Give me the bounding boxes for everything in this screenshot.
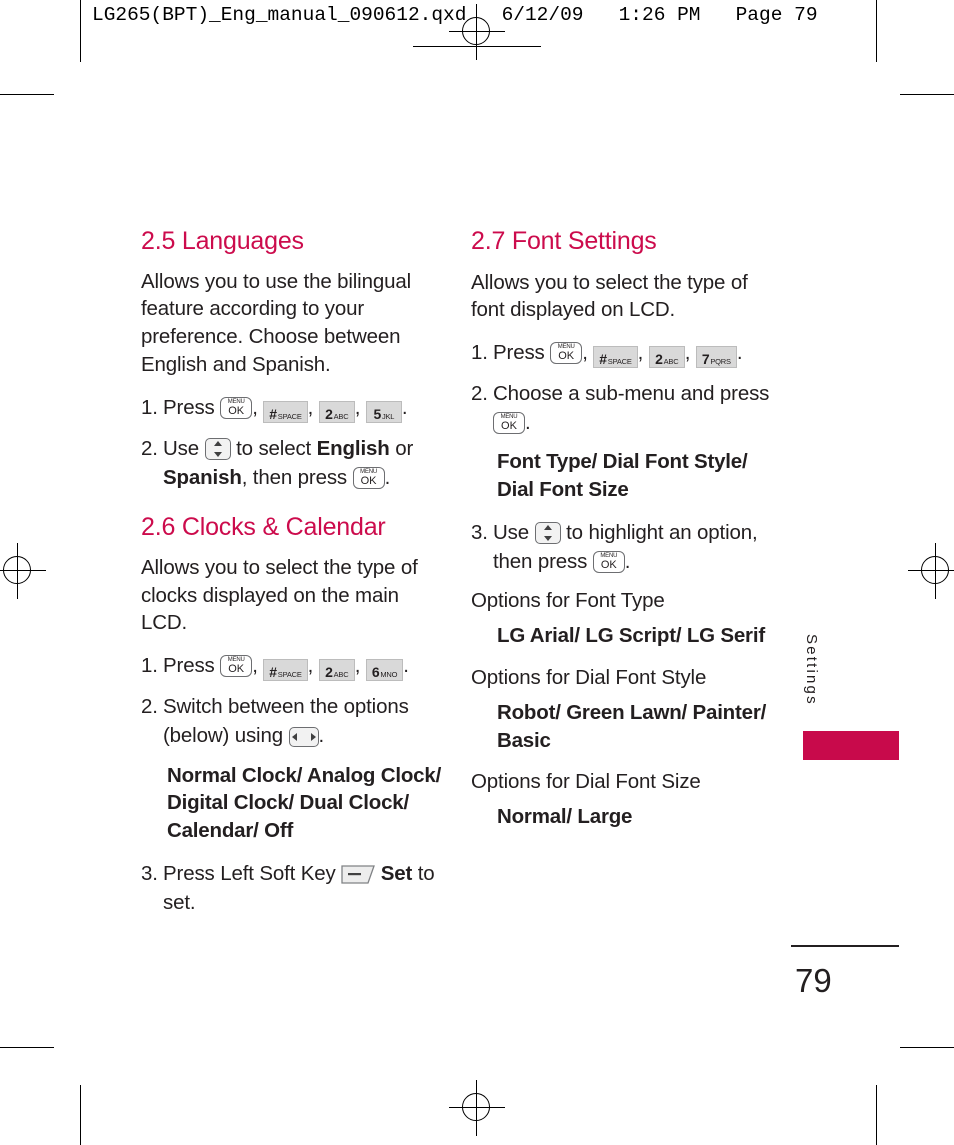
clocks-calendar-step-1: 1. Press MENU OK, #SPACE, 2ABC, 6MNO.: [141, 651, 443, 682]
period: .: [384, 466, 391, 490]
font-settings-step-1: 1. Press MENU OK, #SPACE, 2ABC, 7PQRS.: [471, 338, 781, 369]
menu-ok-key-icon: MENU OK: [550, 342, 583, 365]
page-number: 79: [795, 962, 832, 999]
languages-step-2: 2. Use to select English or Spanish, the…: [141, 434, 443, 492]
period: .: [401, 396, 408, 419]
period: .: [525, 411, 531, 435]
step-text: Switch between the options (below) using: [163, 695, 409, 748]
step-number: 1.: [141, 654, 158, 678]
side-tab-label: Settings: [803, 634, 820, 706]
step-number: 3.: [471, 521, 488, 545]
nav-left-right-key-icon: [288, 727, 319, 748]
options-label-dial-font-size: Options for Dial Font Size: [471, 770, 701, 794]
hash-space-key-icon: #SPACE: [263, 401, 308, 423]
period: .: [736, 341, 743, 365]
step-number: 2.: [141, 695, 158, 719]
side-tab-accent-bar: [803, 731, 899, 760]
section-heading-clocks-calendar: 2.6 Clocks & Calendar: [141, 513, 386, 542]
clocks-calendar-intro: Allows you to select the type of clocks …: [141, 555, 418, 635]
options-values-dial-font-style: Robot/ Green Lawn/ Painter/ Basic: [497, 700, 767, 752]
comma: ,: [252, 654, 258, 678]
step-mid-text: to select: [236, 437, 312, 460]
comma: ,: [307, 396, 314, 419]
comma: ,: [252, 396, 258, 419]
menu-ok-key-icon: MENU OK: [352, 467, 385, 490]
step-lead: Press: [163, 654, 215, 678]
font-settings-step-2: 2. Choose a sub-menu and press MENU OK.: [471, 379, 781, 437]
comma: ,: [684, 341, 691, 365]
menu-ok-key-icon: MENU OK: [592, 551, 625, 574]
period: .: [624, 550, 631, 574]
comma: ,: [354, 654, 361, 678]
nav-up-down-key-icon: [534, 522, 561, 545]
right-column: 2.7 Font Settings Allows you to select t…: [471, 227, 781, 845]
left-soft-key-icon: [341, 865, 376, 884]
hash-space-key-icon: #SPACE: [263, 659, 308, 682]
menu-ok-key-icon: MENU OK: [220, 397, 253, 419]
step-tail-text: , then press: [241, 466, 348, 490]
step-lead: Press: [163, 396, 215, 419]
step-number: 3.: [141, 862, 158, 886]
hash-space-key-icon: #SPACE: [593, 346, 638, 369]
step-number: 1.: [471, 341, 488, 365]
step-text: Press Left Soft Key: [163, 862, 336, 886]
options-values-font-type: LG Arial/ LG Script/ LG Serif: [497, 624, 765, 648]
step-lead: Use: [493, 521, 530, 545]
font-settings-step-3: 3. Use to highlight an option, then pres…: [471, 518, 781, 576]
step-number: 1.: [141, 396, 158, 419]
left-column: 2.5 Languages Allows you to use the bili…: [141, 227, 443, 928]
step-lead: Press: [493, 341, 545, 365]
five-jkl-key-icon: 5JKL: [365, 401, 402, 423]
options-label-dial-font-style: Options for Dial Font Style: [471, 666, 707, 689]
option-spanish: Spanish: [163, 466, 242, 490]
option-english: English: [316, 437, 390, 460]
languages-step-1: 1. Press MENU OK, #SPACE, 2ABC, 5JKL.: [141, 393, 443, 423]
menu-ok-key-icon: MENU OK: [220, 655, 253, 678]
conjunction: or: [395, 437, 414, 460]
comma: ,: [582, 341, 588, 365]
two-abc-key-icon: 2ABC: [318, 401, 355, 423]
step-number: 2.: [471, 382, 488, 406]
languages-intro: Allows you to use the bilingual feature …: [141, 269, 411, 377]
period: .: [318, 724, 325, 748]
section-heading-languages: 2.5 Languages: [141, 227, 304, 255]
step-number: 2.: [141, 437, 158, 460]
nav-up-down-key-icon: [204, 438, 231, 460]
section-heading-font-settings: 2.7 Font Settings: [471, 227, 657, 255]
options-label-font-type: Options for Font Type: [471, 589, 665, 613]
comma: ,: [307, 654, 314, 678]
seven-pqrs-key-icon: 7PQRS: [695, 346, 737, 369]
step-text: Choose a sub-menu and press: [493, 382, 770, 406]
manual-page: 2.5 Languages Allows you to use the bili…: [0, 0, 954, 1145]
clocks-calendar-step-2: 2. Switch between the options (below) us…: [141, 692, 443, 750]
options-values-dial-font-size: Normal/ Large: [497, 805, 633, 829]
two-abc-key-icon: 2ABC: [648, 346, 685, 369]
clocks-calendar-step-3: 3. Press Left Soft Key Set to set.: [141, 859, 443, 917]
soft-key-label-set: Set: [380, 862, 413, 886]
comma: ,: [637, 341, 644, 365]
comma: ,: [354, 396, 361, 419]
folio-rule: [791, 945, 899, 947]
font-settings-submenus: Font Type/ Dial Font Style/ Dial Font Si…: [497, 450, 748, 502]
clocks-calendar-options: Normal Clock/ Analog Clock/ Digital Cloc…: [167, 763, 442, 843]
menu-ok-key-icon: MENU OK: [493, 412, 525, 435]
six-mno-key-icon: 6MNO: [365, 659, 404, 682]
step-lead: Use: [163, 437, 200, 460]
period: .: [403, 654, 409, 678]
font-settings-intro: Allows you to select the type of font di…: [471, 270, 748, 322]
two-abc-key-icon: 2ABC: [318, 659, 355, 682]
